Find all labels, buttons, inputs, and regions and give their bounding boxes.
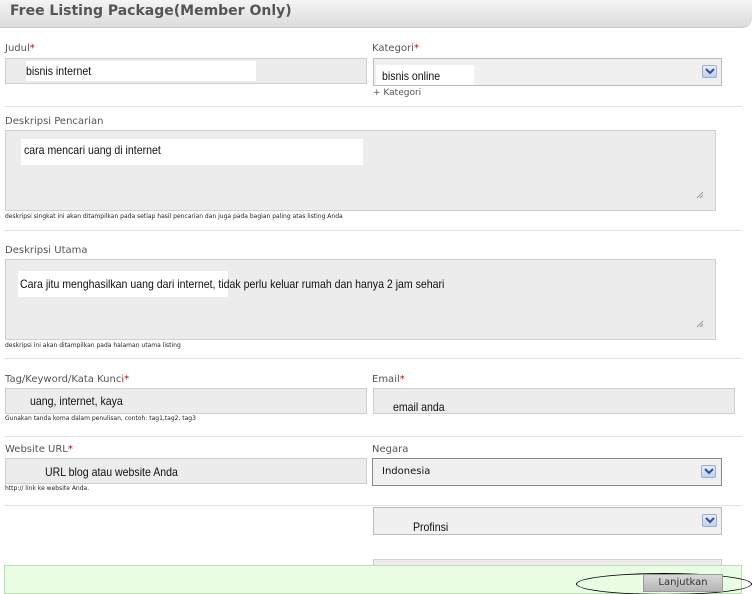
deskripsi-pencarian-textarea[interactable]: cara mencari uang di internet: [5, 130, 716, 211]
email-value: email anda: [393, 400, 445, 414]
judul-input[interactable]: bisnis internet: [5, 58, 367, 84]
chevron-down-icon[interactable]: [702, 65, 717, 78]
add-kategori-link[interactable]: + Kategori: [373, 88, 421, 98]
divider: [4, 505, 742, 506]
tag-label: Tag/Keyword/Kata Kunci*: [5, 374, 130, 385]
deskripsi-pencarian-hint: deskripsi singkat ini akan ditampilkan p…: [5, 213, 343, 220]
website-value: URL blog atau website Anda: [45, 465, 178, 479]
chevron-down-icon[interactable]: [701, 465, 716, 478]
kategori-value: bisnis online: [382, 69, 441, 83]
page-header: Free Listing Package(Member Only): [0, 0, 752, 28]
deskripsi-pencarian-value: cara mencari uang di internet: [24, 143, 161, 157]
negara-label: Negara: [372, 444, 409, 455]
deskripsi-utama-value: Cara jitu menghasilkan uang dari interne…: [20, 277, 445, 291]
website-hint: http:// link ke website Anda.: [5, 485, 90, 492]
provinsi-value: Profinsi: [413, 520, 449, 534]
resize-handle-icon[interactable]: [696, 320, 704, 328]
resize-handle-icon[interactable]: [696, 191, 704, 199]
divider: [4, 358, 742, 359]
kategori-select[interactable]: bisnis online: [373, 58, 722, 86]
deskripsi-pencarian-label: Deskripsi Pencarian: [5, 116, 104, 127]
judul-value: bisnis internet: [26, 64, 92, 78]
judul-label: Judul*: [5, 43, 35, 54]
negara-value: Indonesia: [382, 466, 431, 477]
tag-input[interactable]: uang, internet, kaya: [5, 388, 367, 414]
page-title: Free Listing Package(Member Only): [10, 3, 292, 19]
website-label: Website URL*: [5, 444, 73, 455]
divider: [4, 436, 742, 437]
deskripsi-utama-label: Deskripsi Utama: [5, 245, 88, 256]
lanjutkan-button[interactable]: Lanjutkan: [643, 574, 723, 592]
divider: [4, 230, 742, 231]
negara-select[interactable]: Indonesia: [372, 458, 722, 486]
deskripsi-utama-hint: deskripsi ini akan ditampilkan pada hala…: [5, 342, 181, 349]
email-field[interactable]: email anda: [373, 388, 735, 414]
tag-value: uang, internet, kaya: [30, 394, 123, 408]
divider: [4, 106, 742, 107]
chevron-down-icon[interactable]: [702, 514, 717, 527]
deskripsi-utama-textarea[interactable]: Cara jitu menghasilkan uang dari interne…: [5, 259, 716, 340]
provinsi-select[interactable]: Profinsi: [373, 507, 722, 535]
kategori-label: Kategori*: [372, 43, 419, 54]
website-input[interactable]: URL blog atau website Anda: [5, 458, 367, 484]
email-label: Email*: [372, 374, 405, 385]
tag-hint: Gunakan tanda koma dalam penulisan, cont…: [5, 415, 196, 422]
